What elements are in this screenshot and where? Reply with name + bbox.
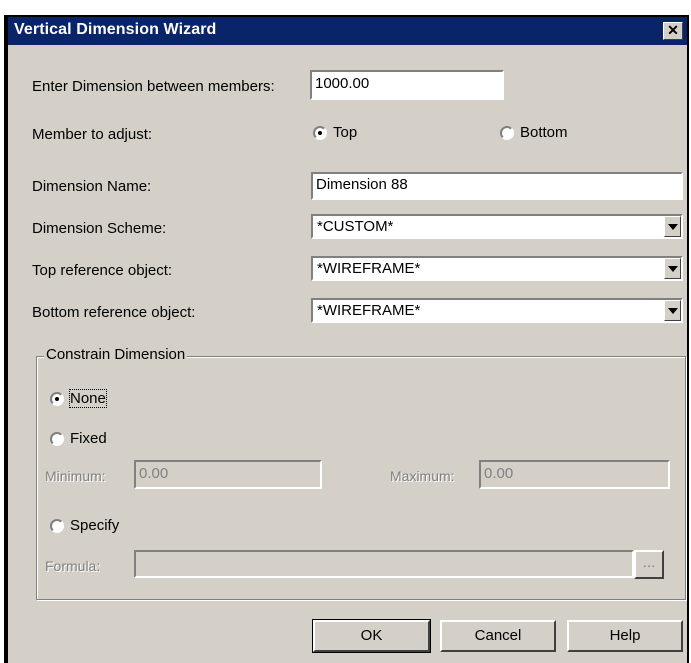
ok-button[interactable]: OK <box>312 619 431 653</box>
maximum-label: Maximum: <box>390 468 455 484</box>
radio-top-label[interactable]: Top <box>333 124 357 141</box>
minimum-input[interactable]: 0.00 <box>134 460 322 489</box>
constrain-dimension-title: Constrain Dimension <box>44 346 188 363</box>
radio-bottom-label[interactable]: Bottom <box>520 124 568 141</box>
window-title: Vertical Dimension Wizard <box>14 21 217 38</box>
radio-none[interactable] <box>50 392 64 406</box>
top-reference-select[interactable]: *WIREFRAME* <box>311 256 683 281</box>
member-to-adjust-label: Member to adjust: <box>32 126 153 143</box>
dimension-name-label: Dimension Name: <box>32 178 152 195</box>
vertical-dimension-wizard-dialog: Vertical Dimension Wizard ✕ Enter Dimens… <box>4 15 689 663</box>
bottom-reference-value: *WIREFRAME* <box>317 302 421 319</box>
chevron-down-icon[interactable] <box>664 216 681 237</box>
bottom-reference-label: Bottom reference object: <box>32 304 196 321</box>
dimension-scheme-select[interactable]: *CUSTOM* <box>311 214 683 239</box>
chevron-down-icon[interactable] <box>664 300 681 321</box>
close-button[interactable]: ✕ <box>663 22 683 40</box>
radio-top[interactable] <box>313 126 327 140</box>
minimum-label: Minimum: <box>45 468 106 484</box>
top-reference-label: Top reference object: <box>32 262 173 279</box>
bottom-reference-select[interactable]: *WIREFRAME* <box>311 298 683 323</box>
formula-browse-button[interactable]: ... <box>634 550 664 579</box>
dimension-between-label: Enter Dimension between members: <box>32 78 275 95</box>
dimension-scheme-label: Dimension Scheme: <box>32 220 167 237</box>
radio-fixed[interactable] <box>50 432 64 446</box>
formula-input[interactable] <box>134 550 634 578</box>
chevron-down-icon[interactable] <box>664 258 681 279</box>
help-button[interactable]: Help <box>567 620 683 652</box>
radio-bottom[interactable] <box>500 126 514 140</box>
cancel-button[interactable]: Cancel <box>440 620 556 652</box>
dimension-scheme-value: *CUSTOM* <box>317 218 394 235</box>
radio-none-label[interactable]: None <box>69 389 107 408</box>
formula-label: Formula: <box>45 558 101 574</box>
top-reference-value: *WIREFRAME* <box>317 260 421 277</box>
radio-fixed-label[interactable]: Fixed <box>70 430 107 447</box>
title-bar: Vertical Dimension Wizard ✕ <box>8 17 687 45</box>
close-icon: ✕ <box>667 22 679 38</box>
radio-specify-label[interactable]: Specify <box>70 517 119 534</box>
dimension-between-input[interactable]: 1000.00 <box>310 70 504 100</box>
dimension-name-input[interactable]: Dimension 88 <box>311 172 683 200</box>
radio-specify[interactable] <box>50 519 64 533</box>
maximum-input[interactable]: 0.00 <box>479 460 670 489</box>
